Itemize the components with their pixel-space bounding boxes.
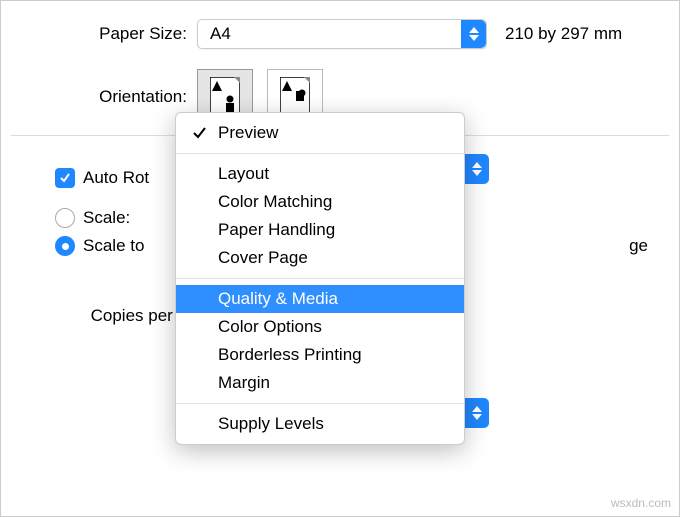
dropdown-caps-icon (461, 20, 486, 48)
popup-item-quality-media[interactable]: Quality & Media (176, 285, 464, 313)
paper-size-value: A4 (210, 24, 231, 44)
popup-item-label: Color Matching (218, 192, 332, 211)
copies-per-page-label: Copies per p (11, 306, 197, 326)
scale-to-fit-label: Scale to (83, 236, 144, 256)
copies-select-cap-icon[interactable] (465, 398, 489, 428)
auto-rotate-label: Auto Rot (83, 168, 149, 188)
paper-size-hint: 210 by 297 mm (505, 24, 622, 44)
landscape-icon (280, 77, 310, 117)
popup-item-supply-levels[interactable]: Supply Levels (176, 410, 464, 438)
popup-item-label: Color Options (218, 317, 322, 336)
popup-separator (176, 278, 464, 279)
pane-popup-menu: Preview Layout Color Matching Paper Hand… (175, 112, 465, 445)
popup-item-label: Borderless Printing (218, 345, 362, 364)
watermark-text: wsxdn.com (611, 496, 671, 510)
popup-separator (176, 403, 464, 404)
popup-item-label: Supply Levels (218, 414, 324, 433)
popup-item-label: Quality & Media (218, 289, 338, 308)
popup-item-label: Margin (218, 373, 270, 392)
popup-separator (176, 153, 464, 154)
popup-item-paper-handling[interactable]: Paper Handling (176, 216, 464, 244)
popup-item-layout[interactable]: Layout (176, 160, 464, 188)
scale-radio[interactable] (55, 208, 75, 228)
popup-item-cover-page[interactable]: Cover Page (176, 244, 464, 272)
popup-item-label: Paper Handling (218, 220, 335, 239)
popup-item-margin[interactable]: Margin (176, 369, 464, 397)
paper-size-select[interactable]: A4 (197, 19, 487, 49)
checkmark-icon (192, 124, 206, 144)
paper-size-label: Paper Size: (11, 24, 197, 44)
orientation-label: Orientation: (11, 87, 197, 107)
scale-label: Scale: (83, 208, 130, 228)
popup-item-color-options[interactable]: Color Options (176, 313, 464, 341)
pane-select-cap-icon[interactable] (465, 154, 489, 184)
popup-item-borderless-printing[interactable]: Borderless Printing (176, 341, 464, 369)
popup-item-color-matching[interactable]: Color Matching (176, 188, 464, 216)
auto-rotate-checkbox[interactable] (55, 168, 75, 188)
scale-to-fit-radio[interactable] (55, 236, 75, 256)
popup-item-label: Layout (218, 164, 269, 183)
scale-to-fit-right-fragment: ge (629, 236, 679, 256)
popup-item-label: Cover Page (218, 248, 308, 267)
popup-item-preview[interactable]: Preview (176, 119, 464, 147)
popup-item-label: Preview (218, 123, 278, 142)
portrait-icon (210, 77, 240, 117)
